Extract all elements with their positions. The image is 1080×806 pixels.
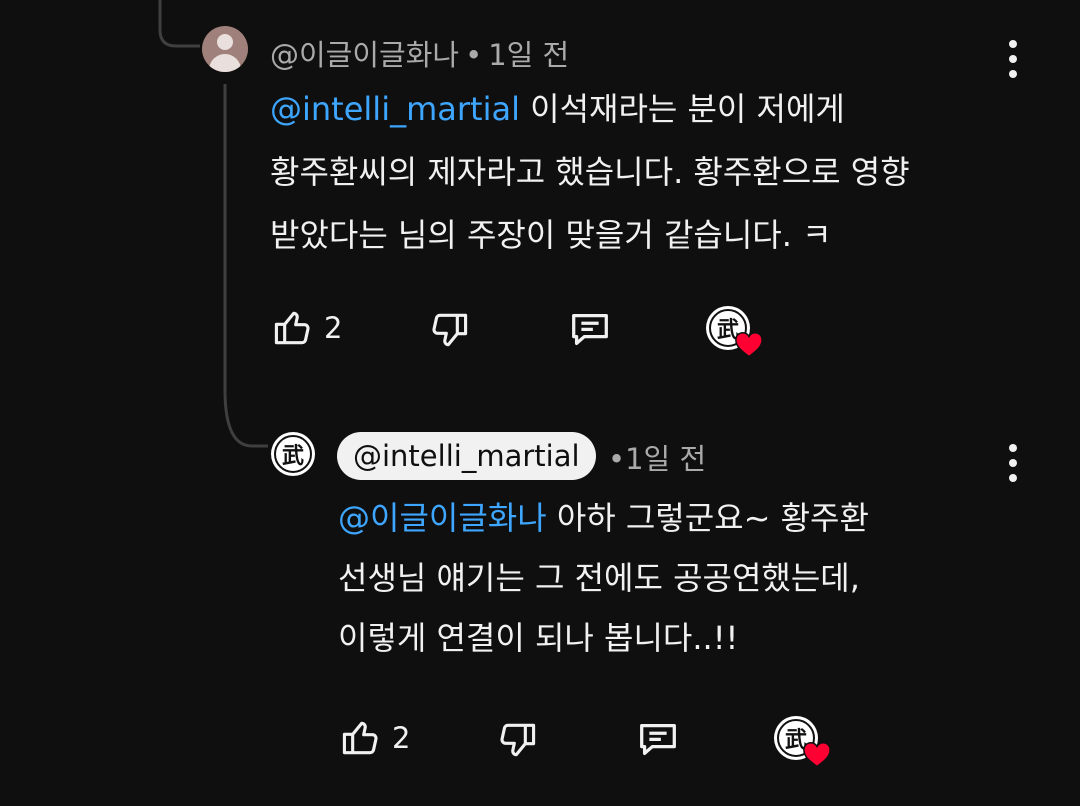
author-name[interactable]: @이글이글화나 xyxy=(270,38,459,72)
more-vert-icon[interactable] xyxy=(998,440,1028,486)
reply-button[interactable] xyxy=(566,306,614,352)
creator-heart-badge: 武 xyxy=(774,716,831,768)
creator-name-badge[interactable]: @intelli_martial xyxy=(337,432,596,480)
dislike-button[interactable] xyxy=(496,718,540,762)
dislike-icon xyxy=(500,723,536,757)
comment-time[interactable]: 1일 전 xyxy=(625,442,706,476)
reply-icon xyxy=(572,313,608,346)
creator-heart-icon xyxy=(735,331,763,358)
mention-link[interactable]: @intelli_martial xyxy=(270,90,520,128)
reply-button[interactable] xyxy=(634,716,682,762)
comment-meta: @이글이글화나 • 1일 전 xyxy=(270,38,570,72)
like-button[interactable]: 2 xyxy=(338,716,410,760)
like-icon xyxy=(342,721,378,755)
like-count: 2 xyxy=(324,311,343,345)
comment-body: @이글이글화나 아하 그렇군요~ 황주환 선생님 얘기는 그 전에도 공공연했는… xyxy=(338,499,869,657)
author-avatar[interactable] xyxy=(202,26,248,72)
like-count: 2 xyxy=(392,721,411,755)
comment-time[interactable]: 1일 전 xyxy=(488,38,569,72)
creator-heart-badge: 武 xyxy=(706,306,763,358)
mention-link[interactable]: @이글이글화나 xyxy=(338,499,547,537)
comment-body: @intelli_martial 이석재라는 분이 저에게 황주환씨의 제자라고… xyxy=(270,90,910,254)
channel-avatar[interactable]: 武 xyxy=(271,432,315,476)
more-vert-icon[interactable] xyxy=(998,36,1028,82)
comment-meta: •1일 전 xyxy=(608,442,707,476)
dislike-button[interactable] xyxy=(428,308,472,352)
like-button[interactable]: 2 xyxy=(270,306,342,350)
creator-heart-icon xyxy=(803,741,831,768)
reply-icon xyxy=(640,723,676,756)
like-icon xyxy=(274,311,310,345)
dislike-icon xyxy=(432,313,468,347)
